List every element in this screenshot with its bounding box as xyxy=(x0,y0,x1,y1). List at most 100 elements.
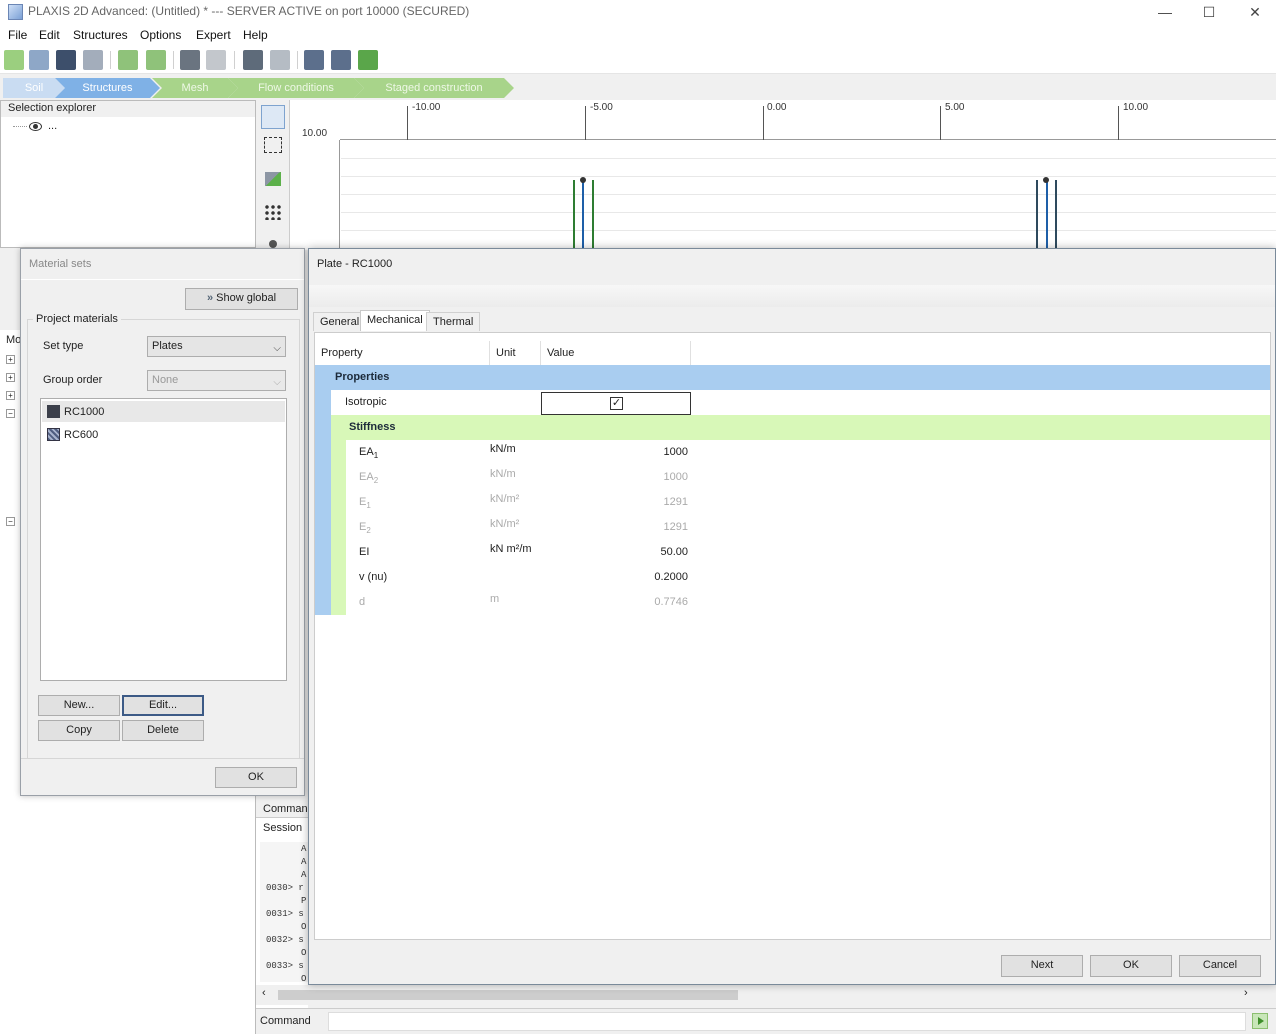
expand-icon[interactable]: + xyxy=(6,355,15,364)
tab-thermal[interactable]: Thermal xyxy=(426,312,481,331)
set-type-select[interactable]: Plates ⌵ xyxy=(147,336,286,357)
double-chevron-icon: » xyxy=(206,292,214,304)
menu-structures[interactable]: Structures xyxy=(73,28,128,42)
redo-icon[interactable] xyxy=(270,50,290,70)
save-icon[interactable] xyxy=(56,50,76,70)
array-tool-icon[interactable] xyxy=(264,204,282,220)
command-bar: Command xyxy=(256,1008,1276,1034)
plate-line[interactable] xyxy=(592,180,594,250)
menu-file[interactable]: File xyxy=(8,28,27,42)
tab-structures[interactable]: Structures xyxy=(55,78,160,98)
plate-line[interactable] xyxy=(1055,180,1057,250)
tab-soil[interactable]: Soil xyxy=(3,78,65,98)
point-tool-icon[interactable] xyxy=(269,240,277,248)
next-button[interactable]: Next xyxy=(1001,955,1083,977)
menu-expert[interactable]: Expert xyxy=(196,28,231,42)
dialog-title: Plate - RC1000 xyxy=(317,258,393,270)
property-unit: kN/m xyxy=(490,443,516,455)
ok-button[interactable]: OK xyxy=(215,767,297,788)
export-geometry-icon[interactable] xyxy=(146,50,166,70)
property-name: EA2 xyxy=(359,465,378,490)
plate-line[interactable] xyxy=(582,180,584,250)
list-item[interactable]: RC600 xyxy=(42,424,285,445)
ruler-tick xyxy=(1118,106,1119,140)
grid-line xyxy=(341,158,1276,159)
minimize-button[interactable]: — xyxy=(1155,2,1175,22)
save-as-icon[interactable] xyxy=(83,50,103,70)
ruler-label: -5.00 xyxy=(590,102,613,113)
delete-button[interactable]: Delete xyxy=(122,720,204,741)
ruler-label: -10.00 xyxy=(412,102,441,113)
plate-line[interactable] xyxy=(1046,180,1048,250)
dialog-header-band xyxy=(309,285,1275,307)
import-geometry-icon[interactable] xyxy=(118,50,138,70)
scroll-left-icon[interactable]: ‹ xyxy=(262,987,266,999)
unlink-icon[interactable] xyxy=(206,50,226,70)
plate-line[interactable] xyxy=(1036,180,1038,250)
console-scrollbar[interactable]: ‹ › xyxy=(256,985,1276,1005)
edit-button[interactable]: Edit... xyxy=(122,695,204,716)
geometry-point[interactable] xyxy=(580,177,586,183)
tab-general[interactable]: General xyxy=(313,312,367,331)
close-button[interactable]: ✕ xyxy=(1245,2,1265,22)
pan-icon[interactable] xyxy=(358,50,378,70)
copy-button[interactable]: Copy xyxy=(38,720,120,741)
plate-line[interactable] xyxy=(573,180,575,250)
chevron-down-icon: ⌵ xyxy=(273,343,281,354)
tab-staged-construction[interactable]: Staged construction xyxy=(354,78,514,98)
menu-bar: File Edit Structures Options Expert Help xyxy=(0,26,1276,46)
ruler-label: 10.00 xyxy=(1123,102,1149,113)
open-project-icon[interactable] xyxy=(29,50,49,70)
select-tool-icon[interactable] xyxy=(261,105,285,129)
menu-edit[interactable]: Edit xyxy=(39,28,60,42)
session-tab[interactable]: Session xyxy=(263,822,302,834)
commands-tab[interactable]: Comman xyxy=(256,800,308,818)
new-project-icon[interactable] xyxy=(4,50,24,70)
expand-icon[interactable]: + xyxy=(6,373,15,382)
property-value[interactable]: 0.2000 xyxy=(541,565,688,590)
show-global-button[interactable]: » Show global xyxy=(185,288,298,310)
material-sets-dialog: Material sets » Show global Project mate… xyxy=(20,248,305,796)
property-value[interactable]: 1000 xyxy=(541,440,688,465)
expand-icon[interactable]: + xyxy=(6,391,15,400)
scroll-thumb[interactable] xyxy=(278,990,738,1000)
undo-icon[interactable] xyxy=(243,50,263,70)
tab-mesh[interactable]: Mesh xyxy=(152,78,238,98)
scroll-right-icon[interactable]: › xyxy=(1244,987,1248,999)
console-text: A xyxy=(301,870,307,880)
property-unit: kN m²/m xyxy=(490,543,532,555)
zoom-in-icon[interactable] xyxy=(304,50,324,70)
new-button[interactable]: New... xyxy=(38,695,120,716)
property-value: 1291 xyxy=(663,496,688,508)
menu-help[interactable]: Help xyxy=(243,28,268,42)
ok-button[interactable]: OK xyxy=(1090,955,1172,977)
tab-flow-conditions[interactable]: Flow conditions xyxy=(228,78,364,98)
drawing-area[interactable]: -10.00 -5.00 0.00 5.00 10.00 10.00 xyxy=(290,100,1276,250)
run-command-icon[interactable] xyxy=(1252,1013,1268,1029)
property-value: 1000 xyxy=(663,471,688,483)
table-row[interactable]: EA1 kN/m 1000 xyxy=(346,440,1270,465)
grid-line xyxy=(341,194,1276,195)
eye-icon[interactable] xyxy=(29,122,42,131)
rectangle-select-icon[interactable] xyxy=(264,137,282,153)
command-input[interactable] xyxy=(328,1012,1246,1031)
menu-options[interactable]: Options xyxy=(140,28,181,42)
collapse-icon[interactable]: − xyxy=(6,517,15,526)
zoom-window-icon[interactable] xyxy=(331,50,351,70)
list-item[interactable]: RC1000 xyxy=(42,401,285,422)
move-tool-icon[interactable] xyxy=(265,172,281,186)
table-row[interactable]: v (nu) 0.2000 xyxy=(346,565,1270,590)
link-icon[interactable] xyxy=(180,50,200,70)
maximize-button[interactable]: ☐ xyxy=(1199,2,1219,22)
collapse-icon[interactable]: − xyxy=(6,409,15,418)
property-subscript: 1 xyxy=(366,501,371,511)
cancel-button[interactable]: Cancel xyxy=(1179,955,1261,977)
check-icon[interactable]: ✓ xyxy=(610,397,623,410)
table-row[interactable]: EI kN m²/m 50.00 xyxy=(346,540,1270,565)
isotropic-checkbox-cell[interactable]: ✓ xyxy=(541,392,691,415)
tree-root-item[interactable]: ... xyxy=(48,120,57,132)
property-value[interactable]: 50.00 xyxy=(541,540,688,565)
tab-mechanical[interactable]: Mechanical xyxy=(360,310,430,331)
geometry-point[interactable] xyxy=(1043,177,1049,183)
side-toolbar xyxy=(256,100,290,250)
